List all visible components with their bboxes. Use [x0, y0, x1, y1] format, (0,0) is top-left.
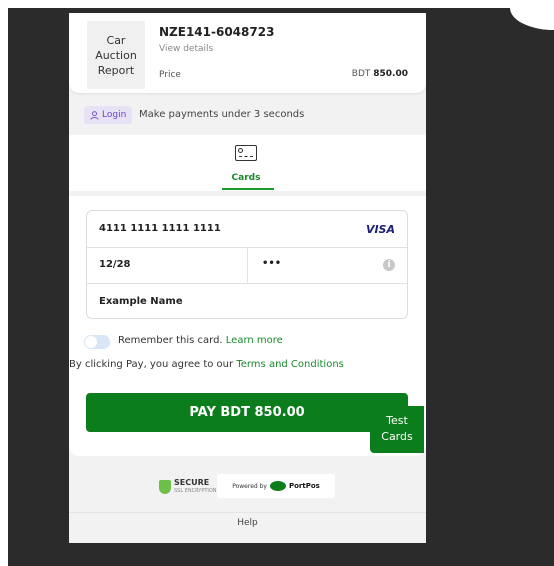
- price-currency: BDT: [351, 69, 371, 79]
- report-line-3: Report: [97, 63, 135, 77]
- price-amount: 850.00: [373, 69, 408, 79]
- remember-card-text: Remember this card. Learn more: [118, 335, 283, 346]
- price-label: Price: [159, 70, 181, 80]
- footer-divider: [69, 512, 426, 513]
- form-divider-vertical: [247, 248, 248, 284]
- terms-prefix: By clicking Pay, you agree to our: [69, 359, 234, 370]
- price-value: BDT 850.00: [352, 69, 408, 79]
- login-tagline: Make payments under 3 seconds: [139, 109, 305, 120]
- payment-panel: Car Auction Report NZE141-6048723 View d…: [69, 13, 426, 543]
- report-thumbnail: Car Auction Report: [87, 21, 145, 89]
- secure-label: SECURE: [174, 478, 210, 487]
- user-icon: [90, 110, 99, 120]
- footer-badges: SECURE SSL ENCRYPTION Powered by PortPos: [69, 471, 426, 509]
- secure-text: SECURE SSL ENCRYPTION: [174, 478, 217, 496]
- payment-method-tabs: Cards: [69, 135, 426, 191]
- remember-card-toggle[interactable]: [84, 335, 110, 349]
- help-link[interactable]: Help: [69, 518, 426, 528]
- credit-card-icon: [235, 145, 257, 161]
- card-brand-logo: VISA: [365, 223, 395, 236]
- learn-more-link[interactable]: Learn more: [226, 335, 283, 346]
- terms-text: By clicking Pay, you agree to our Terms …: [69, 359, 344, 370]
- view-details-link[interactable]: View details: [159, 44, 213, 54]
- card-number-field[interactable]: 4111 1111 1111 1111: [99, 223, 221, 234]
- test-cards-button[interactable]: Test Cards: [370, 406, 424, 453]
- login-button-label: Login: [102, 110, 127, 120]
- report-line-1: Car: [106, 33, 126, 47]
- terms-link[interactable]: Terms and Conditions: [236, 359, 344, 370]
- order-id: NZE141-6048723: [159, 25, 275, 39]
- info-icon[interactable]: i: [383, 259, 395, 271]
- form-divider: [87, 283, 407, 284]
- card-form: 4111 1111 1111 1111 VISA 12/28 ••• i Exa…: [86, 210, 408, 319]
- powered-by-text: Powered by: [232, 482, 267, 490]
- powered-by-badge[interactable]: Powered by PortPos: [217, 474, 335, 498]
- secure-badge: SECURE SSL ENCRYPTION: [159, 478, 217, 496]
- test-cards-line-1: Test: [386, 414, 408, 427]
- cardholder-name-field[interactable]: Example Name: [99, 296, 183, 307]
- product-card: Car Auction Report NZE141-6048723 View d…: [69, 13, 426, 93]
- corner-shape: [510, 8, 554, 30]
- tab-cards-label: Cards: [231, 173, 261, 183]
- test-cards-line-2: Cards: [381, 430, 413, 443]
- pay-button[interactable]: PAY BDT 850.00: [86, 393, 408, 432]
- remember-text: Remember this card.: [118, 335, 223, 346]
- login-row: Login Make payments under 3 seconds: [69, 99, 426, 129]
- expiry-field[interactable]: 12/28: [99, 259, 130, 270]
- shield-check-icon: [159, 480, 171, 494]
- secure-sublabel: SSL ENCRYPTION: [174, 488, 217, 494]
- portpos-brand: PortPos: [288, 482, 320, 490]
- report-line-2: Auction: [95, 48, 137, 62]
- cvv-field[interactable]: •••: [262, 258, 281, 269]
- tab-active-indicator: [222, 188, 274, 190]
- login-button[interactable]: Login: [84, 106, 133, 124]
- portpos-logo-icon: [269, 481, 286, 491]
